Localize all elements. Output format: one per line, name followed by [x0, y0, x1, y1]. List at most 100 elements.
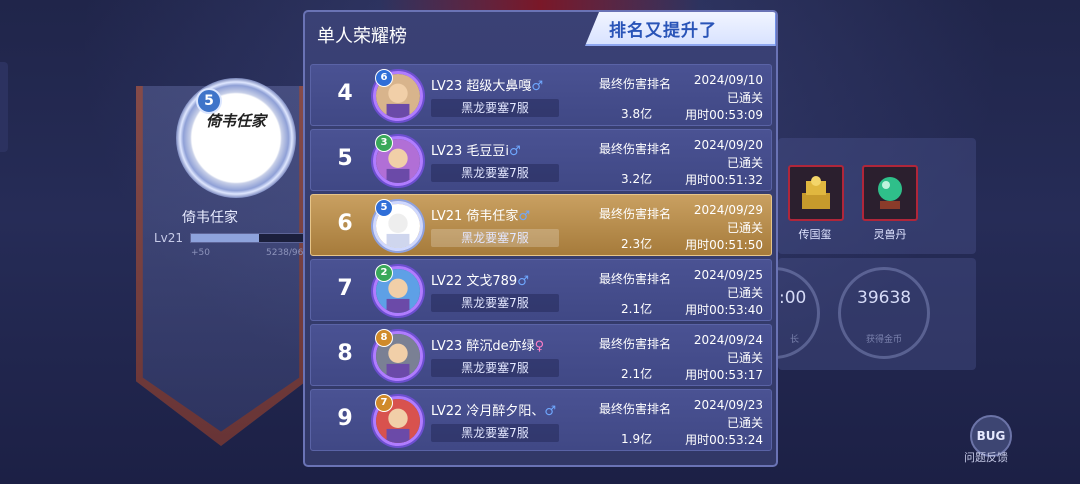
- clear-time: 用时00:51:32: [685, 173, 763, 187]
- row-level: LV23: [431, 339, 463, 354]
- clear-status: 已通关: [726, 221, 763, 235]
- avatar-level-badge: 5: [375, 199, 393, 217]
- reward-item-pill[interactable]: [862, 165, 918, 221]
- leaderboard-row[interactable]: 5 3 LV23 毛豆豆i♂ 黑龙要塞7服 最终伤害排名 3.2亿 2024/0…: [310, 129, 772, 191]
- coin-stat-ring: [838, 267, 930, 359]
- avatar-level-badge: 8: [375, 329, 393, 347]
- row-level: LV23: [431, 79, 463, 94]
- clear-status: 已通关: [726, 156, 763, 170]
- player-level-name: LV21 倚韦任家♂: [431, 205, 530, 224]
- leaderboard-row[interactable]: 7 2 LV22 文戈789♂ 黑龙要塞7服 最终伤害排名 2.1亿 2024/…: [310, 259, 772, 321]
- row-player-name: 冷月醉夕阳、: [466, 404, 545, 419]
- avatar-level-badge: 2: [375, 264, 393, 282]
- dialog-title: 单人荣耀榜: [317, 26, 407, 47]
- damage-value: 2.3亿: [621, 237, 653, 251]
- tag-stripe: [775, 12, 776, 46]
- reward-item-seal-label: 传国玺: [798, 228, 832, 241]
- rank-number: 9: [337, 406, 353, 431]
- clear-status: 已通关: [726, 351, 763, 365]
- row-level: LV22: [431, 404, 463, 419]
- coin-stat-label: 获得金币: [866, 335, 903, 345]
- row-player-name: 倚韦任家: [466, 209, 519, 224]
- damage-rank-label: 最终伤害排名: [599, 142, 672, 156]
- clear-date: 2024/09/10: [693, 73, 763, 87]
- clear-date: 2024/09/29: [693, 203, 763, 217]
- clear-time: 用时00:53:17: [685, 368, 763, 382]
- time-stat-label: 长: [790, 335, 800, 345]
- clear-status: 已通关: [726, 91, 763, 105]
- player-logo: 倚韦任家: [205, 112, 266, 130]
- honor-leaderboard-dialog: 单人荣耀榜 排名又提升了 4 6 LV23 超级大鼻嘎♂ 黑龙要塞7服 最终伤害…: [303, 10, 778, 467]
- rank-number: 6: [337, 211, 353, 236]
- damage-value: 3.8亿: [621, 107, 653, 121]
- leaderboard-row[interactable]: 4 6 LV23 超级大鼻嘎♂ 黑龙要塞7服 最终伤害排名 3.8亿 2024/…: [310, 64, 772, 126]
- avatar-level-badge: 7: [375, 394, 393, 412]
- row-level: LV21: [431, 209, 463, 224]
- coin-stat-value: 39638: [857, 288, 912, 308]
- damage-rank-label: 最终伤害排名: [599, 207, 672, 221]
- server-name: 黑龙要塞7服: [431, 99, 559, 117]
- reward-item-pill-label: 灵兽丹: [873, 228, 907, 241]
- damage-value: 2.1亿: [621, 302, 653, 316]
- clear-date: 2024/09/23: [693, 398, 763, 412]
- damage-rank-label: 最终伤害排名: [599, 272, 672, 286]
- row-player-name: 醉沉de亦绿: [466, 339, 535, 354]
- rank-up-tag-text: 排名又提升了: [609, 21, 717, 41]
- reward-item-seal[interactable]: [788, 165, 844, 221]
- clear-date: 2024/09/20: [693, 138, 763, 152]
- damage-rank-label: 最终伤害排名: [599, 77, 672, 91]
- seal-chest-icon: [802, 176, 830, 209]
- rank-number: 4: [337, 81, 353, 106]
- gender-icon: ♂: [517, 274, 529, 289]
- damage-value: 1.9亿: [621, 432, 653, 446]
- player-level-name: LV22 文戈789♂: [431, 270, 529, 289]
- player-level: Lv21: [154, 231, 184, 245]
- leaderboard-row[interactable]: 9 7 LV22 冷月醉夕阳、♂ 黑龙要塞7服 最终伤害排名 1.9亿 2024…: [310, 389, 772, 451]
- bug-report-label: 问题反馈: [964, 451, 1008, 464]
- player-level-name: LV23 超级大鼻嘎♂: [431, 75, 543, 94]
- server-name: 黑龙要塞7服: [431, 294, 559, 312]
- crystal-ball-icon: [878, 177, 902, 209]
- player-name: 倚韦任家: [182, 210, 238, 226]
- server-name: 黑龙要塞7服: [431, 229, 559, 247]
- exp-bar: [190, 233, 306, 243]
- emblem-level-badge: 5: [196, 88, 222, 114]
- left-edge-tab[interactable]: [0, 62, 8, 152]
- clear-time: 用时00:53:09: [685, 108, 763, 122]
- rank-up-tag: 排名又提升了: [585, 12, 776, 46]
- damage-rank-label: 最终伤害排名: [599, 402, 672, 416]
- clear-time: 用时00:53:40: [685, 303, 763, 317]
- row-player-name: 超级大鼻嘎: [466, 79, 532, 94]
- player-level-name: LV23 醉沉de亦绿♀: [431, 335, 544, 354]
- gender-icon: ♀: [534, 339, 545, 354]
- clear-time: 用时00:51:50: [685, 238, 763, 252]
- leaderboard-row[interactable]: 8 8 LV23 醉沉de亦绿♀ 黑龙要塞7服 最终伤害排名 2.1亿 2024…: [310, 324, 772, 386]
- rank-number: 8: [337, 341, 353, 366]
- damage-rank-label: 最终伤害排名: [599, 337, 672, 351]
- server-name: 黑龙要塞7服: [431, 359, 559, 377]
- row-level: LV22: [431, 274, 463, 289]
- clear-status: 已通关: [726, 416, 763, 430]
- server-name: 黑龙要塞7服: [431, 424, 559, 442]
- gender-icon: ♂: [509, 144, 521, 159]
- gender-icon: ♂: [544, 404, 557, 419]
- time-stat-value: :00: [779, 288, 807, 308]
- rank-number: 5: [337, 146, 353, 171]
- gender-icon: ♂: [518, 209, 531, 224]
- leaderboard-row[interactable]: 6 5 LV21 倚韦任家♂ 黑龙要塞7服 最终伤害排名 2.3亿 2024/0…: [310, 194, 772, 256]
- exp-gain: +50: [191, 248, 210, 258]
- row-player-name: 毛豆豆i: [466, 144, 510, 159]
- avatar-level-badge: 3: [375, 134, 393, 152]
- gender-icon: ♂: [531, 79, 544, 94]
- row-player-name: 文戈789: [466, 274, 518, 289]
- avatar-level-badge: 6: [375, 69, 393, 87]
- player-level-name: LV22 冷月醉夕阳、♂: [431, 400, 556, 419]
- clear-date: 2024/09/24: [693, 333, 763, 347]
- clear-status: 已通关: [726, 286, 763, 300]
- row-level: LV23: [431, 144, 463, 159]
- server-name: 黑龙要塞7服: [431, 164, 559, 182]
- rank-number: 7: [337, 276, 353, 301]
- clear-date: 2024/09/25: [693, 268, 763, 282]
- damage-value: 3.2亿: [621, 172, 653, 186]
- exp-bar-fill: [191, 234, 260, 242]
